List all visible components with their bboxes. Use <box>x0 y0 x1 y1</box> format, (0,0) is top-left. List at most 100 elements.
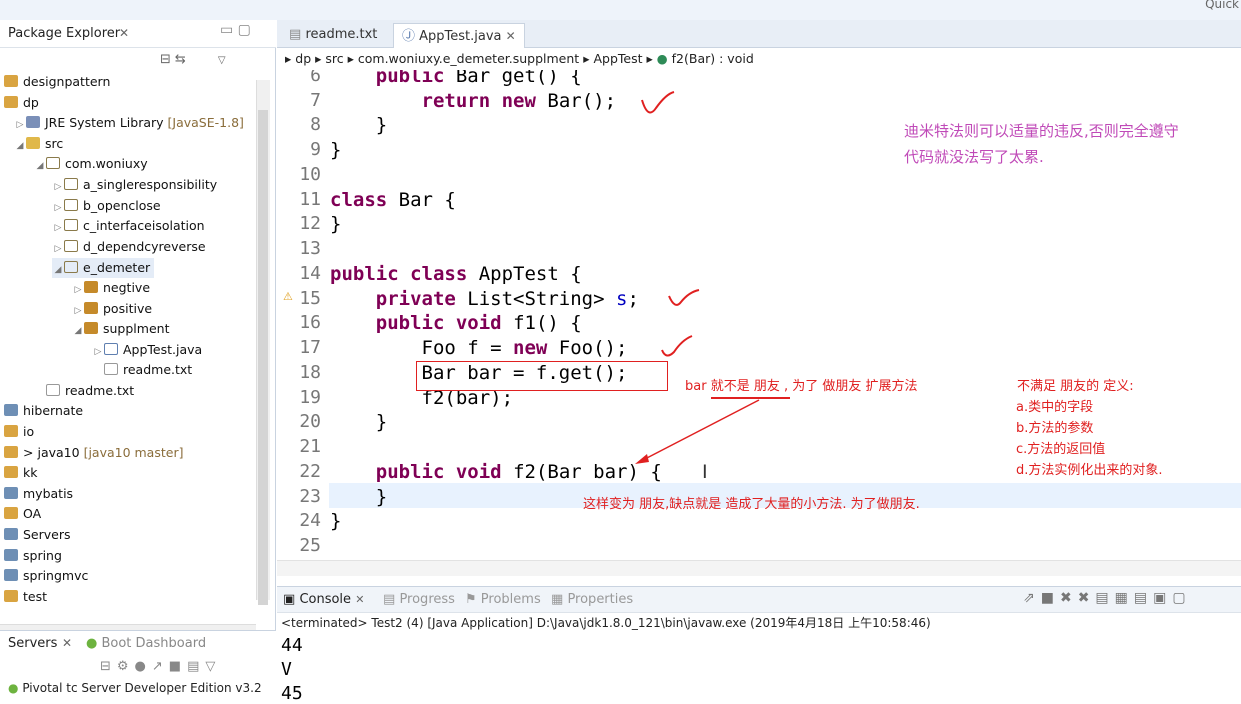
expand-icon[interactable]: ▷ <box>72 280 84 300</box>
minimize-maximize-icons[interactable]: ▭ ▢ <box>220 22 251 38</box>
tree-item-dp[interactable]: dp <box>4 93 39 113</box>
close-icon[interactable]: ✕ <box>355 593 364 606</box>
definition-title: 不满足 朋友的 定义: <box>1017 379 1134 394</box>
method-icon: ● <box>656 51 668 66</box>
tree-item-spring[interactable]: spring <box>4 546 62 566</box>
explorer-toolbar[interactable]: ⊟⇆ ▽ <box>160 52 230 67</box>
servers-view: Servers ✕ ● Boot Dashboard ⊟⚙●↗■▤▽ ● Piv… <box>0 630 276 698</box>
console-icon: ▣ <box>283 592 296 607</box>
tree-item-io[interactable]: io <box>4 422 34 442</box>
tree-item-test[interactable]: test <box>4 587 47 607</box>
link-editor-icon[interactable]: ⇆ <box>175 52 190 67</box>
tree-item-java10[interactable]: > java10 [java10 master] <box>4 443 183 463</box>
tree-item-jre[interactable]: ▷ JRE System Library [JavaSE-1.8] <box>14 113 244 133</box>
server-item[interactable]: ● Pivotal tc Server Developer Edition v3… <box>8 681 262 695</box>
project-tree[interactable]: designpattern dp ▷ JRE System Library [Ja… <box>0 72 258 620</box>
code-editor[interactable]: 6 7 8 9 10 11 12 13 14 15 16 17 18 19 20… <box>277 70 1241 560</box>
tree-item-designpattern[interactable]: designpattern <box>4 72 110 92</box>
definition-item: a.类中的字段 <box>1016 400 1094 415</box>
tree-item-oa[interactable]: OA <box>4 504 41 524</box>
servers-tab[interactable]: Servers <box>8 636 57 651</box>
text-file-icon <box>104 363 118 375</box>
project-icon <box>4 466 18 478</box>
collapse-icon[interactable]: ◢ <box>34 156 46 176</box>
expand-icon[interactable]: ▷ <box>52 198 64 218</box>
tree-item-package[interactable]: ▷ positive <box>72 299 153 321</box>
close-icon[interactable]: ✕ <box>506 29 516 43</box>
tab-readme[interactable]: ▤ readme.txt <box>281 23 385 48</box>
top-toolbar: Quick <box>0 0 1241 20</box>
folder-icon <box>4 528 18 540</box>
package-icon <box>84 302 98 314</box>
collapse-all-icon[interactable]: ⊟ <box>160 52 175 67</box>
breadcrumb-item[interactable]: com.woniuxy.e_demeter.supplment <box>358 51 579 66</box>
expand-icon[interactable]: ▷ <box>72 301 84 321</box>
boot-dashboard-tab[interactable]: ● Boot Dashboard <box>86 636 206 651</box>
project-icon <box>4 446 18 458</box>
tab-problems[interactable]: ⚑ Problems <box>465 592 541 607</box>
tree-item-file[interactable]: readme.txt <box>34 381 134 401</box>
package-explorer-title[interactable]: Package Explorer <box>8 26 120 41</box>
console-output-line: V <box>281 659 292 680</box>
tree-item-package[interactable]: ◢ supplment <box>72 319 170 341</box>
tree-item-file[interactable]: ▷ AppTest.java <box>92 340 203 362</box>
progress-icon: ▤ <box>383 592 396 607</box>
java-file-icon: Ⓙ <box>402 29 416 44</box>
view-menu-icon[interactable]: ▽ <box>218 55 230 66</box>
tree-item-kk[interactable]: kk <box>4 463 37 483</box>
tree-item-src[interactable]: ◢ src <box>14 134 64 156</box>
chevron-right-icon: ▸ <box>315 51 322 66</box>
tab-apptest[interactable]: Ⓙ AppTest.java ✕ <box>393 23 525 48</box>
console-toolbar[interactable]: ⇗■✖✖▤▦▤▣▢ <box>1023 590 1192 606</box>
editor-horizontal-scrollbar[interactable] <box>277 560 1241 576</box>
console-output-line: 44 <box>281 635 303 656</box>
explorer-scroll-thumb[interactable] <box>258 110 268 605</box>
breadcrumb-item[interactable]: src <box>325 51 343 66</box>
tab-progress[interactable]: ▤ Progress <box>383 592 455 607</box>
server-icon: ● <box>8 681 19 695</box>
project-icon <box>4 75 18 87</box>
library-icon <box>26 116 40 128</box>
collapse-icon[interactable]: ◢ <box>14 136 26 156</box>
package-icon <box>46 157 60 169</box>
expand-icon[interactable]: ▷ <box>52 239 64 259</box>
package-icon <box>84 281 98 293</box>
close-icon[interactable]: ✕ <box>119 26 129 40</box>
breadcrumb-item[interactable]: dp <box>295 51 311 66</box>
console-view: ▣ Console ✕ ▤ Progress ⚑ Problems ▦ Prop… <box>277 586 1241 704</box>
collapse-icon[interactable]: ◢ <box>72 321 84 341</box>
project-icon <box>4 425 18 437</box>
tree-item-servers[interactable]: Servers <box>4 525 71 545</box>
text-file-icon: ▤ <box>289 27 302 42</box>
tree-item-package[interactable]: ▷ negtive <box>72 278 150 298</box>
tree-item-package[interactable]: ▷ a_singleresponsibility <box>52 175 218 197</box>
breadcrumb-item[interactable]: AppTest <box>593 51 642 66</box>
tab-console[interactable]: ▣ Console ✕ <box>283 592 364 607</box>
expand-icon[interactable]: ▷ <box>92 342 104 362</box>
tree-item-package-root[interactable]: ◢ com.woniuxy <box>34 154 148 174</box>
tree-item-hibernate[interactable]: hibernate <box>4 401 83 421</box>
servers-toolbar[interactable]: ⊟⚙●↗■▤▽ <box>100 659 221 674</box>
breadcrumb-item[interactable]: f2(Bar) : void <box>672 51 754 66</box>
collapse-icon[interactable]: ◢ <box>52 260 64 280</box>
tree-item-package-selected[interactable]: ◢ e_demeter <box>52 258 155 280</box>
text-file-icon <box>46 384 60 396</box>
console-tabs: ▣ Console ✕ ▤ Progress ⚑ Problems ▦ Prop… <box>277 587 1241 613</box>
definition-item: d.方法实例化出来的对象. <box>1016 463 1163 478</box>
chevron-right-icon: ▸ <box>583 51 590 66</box>
package-explorer-title-bar: Package Explorer ✕ ▭ ▢ <box>0 20 276 48</box>
quick-access-field[interactable]: Quick <box>1205 0 1239 11</box>
tree-item-package[interactable]: ▷ b_openclose <box>52 196 161 216</box>
close-icon[interactable]: ✕ <box>62 636 72 650</box>
tree-item-file[interactable]: readme.txt <box>92 360 192 380</box>
tree-item-mybatis[interactable]: mybatis <box>4 484 73 504</box>
bar-note: bar 就不是 朋友 , 为了 做朋友 扩展方法 <box>685 379 918 394</box>
package-icon <box>64 219 78 231</box>
expand-icon[interactable]: ▷ <box>14 115 26 135</box>
tab-properties[interactable]: ▦ Properties <box>551 592 633 607</box>
tree-item-springmvc[interactable]: springmvc <box>4 566 88 586</box>
expand-icon[interactable]: ▷ <box>52 218 64 238</box>
tree-item-package[interactable]: ▷ c_interfaceisolation <box>52 216 205 236</box>
expand-icon[interactable]: ▷ <box>52 177 64 197</box>
tree-item-package[interactable]: ▷ d_dependcyreverse <box>52 237 206 257</box>
